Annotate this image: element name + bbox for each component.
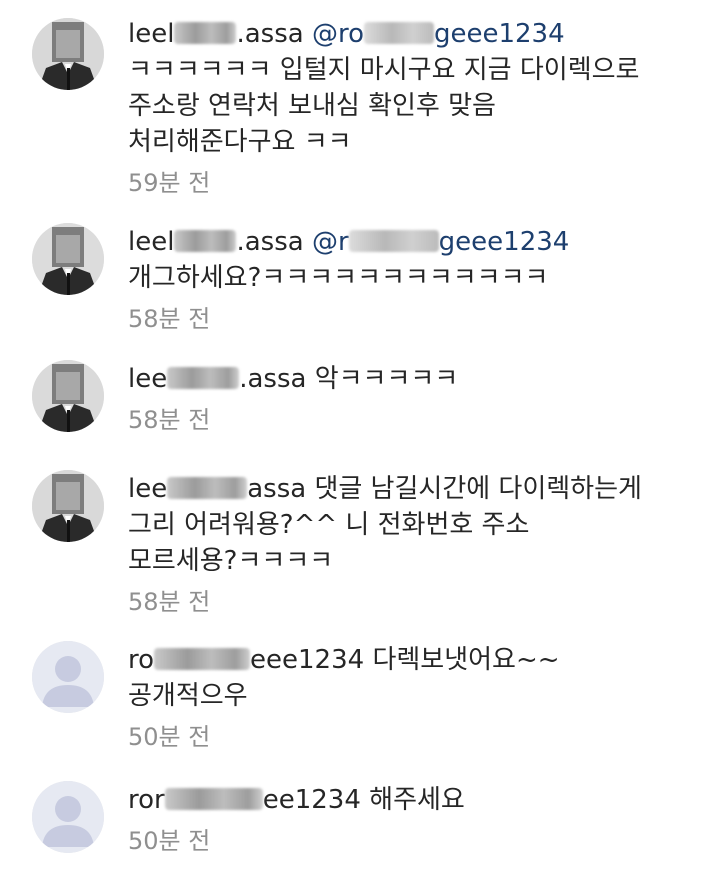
- timestamp: 58분 전: [128, 588, 211, 616]
- username[interactable]: ro eee1234: [128, 645, 364, 675]
- user-photo-icon[interactable]: [32, 470, 104, 542]
- comment-text: lee assa 댓글 남길시간에 다이렉하는게 그리 어려워용?^^ 니 전화번…: [128, 471, 698, 579]
- comment-item: leel .assa @ro geee1234 ㅋㅋㅋㅋㅋㅋ 입털지 마시구요 지금…: [0, 8, 720, 197]
- comment-message: 해주세요: [369, 785, 465, 815]
- username[interactable]: leel .assa: [128, 19, 304, 49]
- comment-text: leel .assa @r geee1234 개그하세요?ㅋㅋㅋㅋㅋㅋㅋㅋㅋㅋㅋㅋ: [128, 224, 698, 296]
- comment-item: leel .assa @r geee1234 개그하세요?ㅋㅋㅋㅋㅋㅋㅋㅋㅋㅋㅋㅋ …: [0, 218, 720, 333]
- comment-message-line: 그리 어려워용?^^ 니 전화번호 주소: [128, 510, 530, 540]
- mention-link[interactable]: @r geee1234: [312, 227, 569, 257]
- comment-message: 댓글 남길시간에 다이렉하는게: [314, 474, 642, 504]
- default-avatar-icon[interactable]: [32, 781, 104, 853]
- mention-link[interactable]: @ro geee1234: [312, 19, 565, 49]
- username[interactable]: lee assa: [128, 474, 306, 504]
- comment-message: 개그하세요?ㅋㅋㅋㅋㅋㅋㅋㅋㅋㅋㅋㅋ: [128, 263, 549, 293]
- timestamp: 50분 전: [128, 827, 211, 855]
- comment-message: 다렉보냇어요~~: [372, 645, 560, 675]
- timestamp: 58분 전: [128, 305, 211, 333]
- user-photo-icon[interactable]: [32, 360, 104, 432]
- user-photo-icon[interactable]: [32, 223, 104, 295]
- comment-item: lee assa 댓글 남길시간에 다이렉하는게 그리 어려워용?^^ 니 전화번…: [0, 465, 720, 616]
- comment-text: lee .assa 악ㅋㅋㅋㅋㅋ: [128, 361, 698, 397]
- comment-message: 악ㅋㅋㅋㅋㅋ: [314, 364, 459, 394]
- comment-item: ror ee1234 해주세요 50분 전: [0, 778, 720, 868]
- timestamp: 59분 전: [128, 169, 211, 197]
- timestamp: 58분 전: [128, 406, 211, 434]
- comment-message: ㅋㅋㅋㅋㅋㅋ 입털지 마시구요 지금 다이렉으로: [128, 55, 640, 85]
- user-photo-icon[interactable]: [32, 18, 104, 90]
- comment-message-line: 모르세용?ㅋㅋㅋㅋ: [128, 546, 334, 576]
- username[interactable]: lee .assa: [128, 364, 306, 394]
- comment-message-line: 주소랑 연락처 보내심 확인후 맞음: [128, 91, 496, 121]
- timestamp: 50분 전: [128, 723, 211, 751]
- comment-item: lee .assa 악ㅋㅋㅋㅋㅋ 58분 전: [0, 355, 720, 445]
- default-avatar-icon[interactable]: [32, 641, 104, 713]
- username[interactable]: ror ee1234: [128, 785, 361, 815]
- comment-item: ro eee1234 다렉보냇어요~~ 공개적으우 50분 전: [0, 638, 720, 753]
- comment-text: leel .assa @ro geee1234 ㅋㅋㅋㅋㅋㅋ 입털지 마시구요 지금…: [128, 16, 698, 160]
- comment-message-line: 공개적으우: [128, 681, 248, 711]
- comment-message-line: 처리해준다구요 ㅋㅋ: [128, 127, 352, 157]
- username[interactable]: leel .assa: [128, 227, 304, 257]
- comment-text: ror ee1234 해주세요: [128, 782, 698, 818]
- comment-text: ro eee1234 다렉보냇어요~~ 공개적으우: [128, 642, 698, 714]
